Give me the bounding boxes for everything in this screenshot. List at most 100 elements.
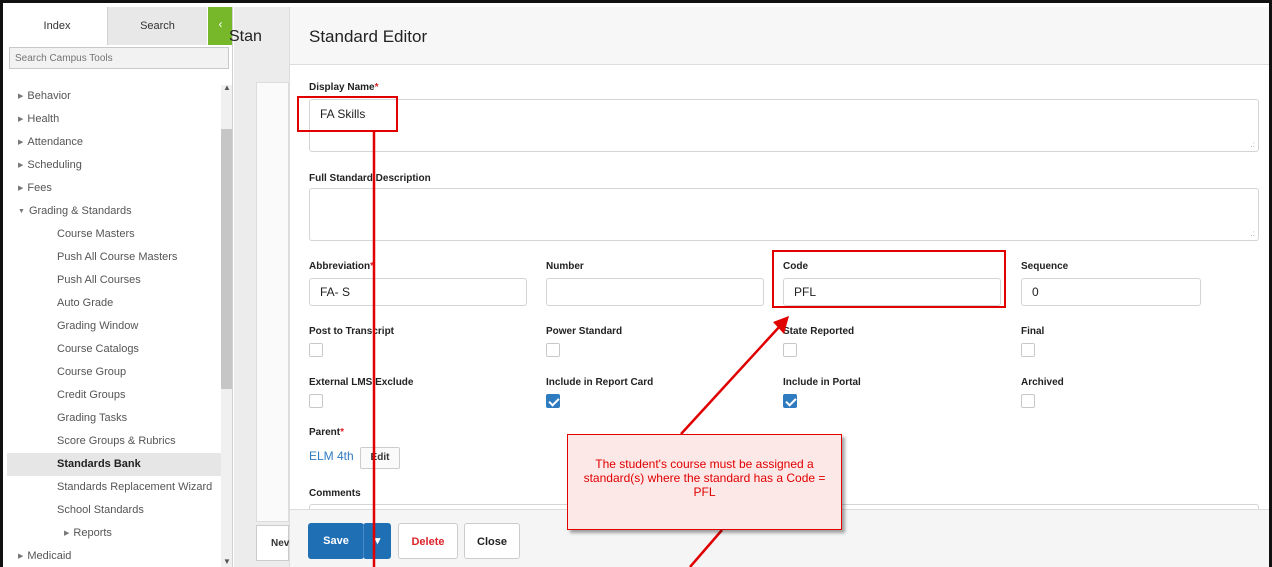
include-in-portal-label: Include in Portal [783,377,861,388]
include-in-report-card-label: Include in Report Card [546,377,654,388]
save-options-button[interactable]: ▾ [363,523,391,559]
power-standard-checkbox[interactable] [546,343,560,357]
sidebar-scrollbar[interactable]: ▲ ▼ [221,83,232,567]
background-card [256,82,289,522]
code-field[interactable] [783,278,1001,306]
sidebar-item-label: Standards Bank [57,458,141,470]
sidebar-item[interactable]: Credit Groups [7,384,221,407]
search-campus-tools-input[interactable] [9,47,229,69]
sidebar-item-label: Score Groups & Rubrics [57,435,176,447]
sidebar-item[interactable]: ▶ Reports [7,522,221,545]
number-field[interactable] [546,278,764,306]
new-button[interactable]: Nev [256,525,289,561]
triangle-right-icon: ▶ [18,162,24,169]
full-description-field[interactable]: .: [309,188,1259,241]
triangle-right-icon: ▶ [18,139,24,146]
triangle-right-icon: ▶ [64,530,70,537]
sidebar-item[interactable]: ▶ Fees [7,177,221,200]
display-name-label: Display Name* [309,82,379,93]
sidebar-item[interactable]: Push All Course Masters [7,246,221,269]
sidebar-item[interactable]: Score Groups & Rubrics [7,430,221,453]
abbreviation-field[interactable] [309,278,527,306]
editor-header: Standard Editor [290,7,1272,65]
triangle-right-icon: ▶ [18,116,24,123]
sidebar-item-label: Course Group [57,366,127,378]
sidebar-item-label: Credit Groups [57,389,126,401]
sidebar-item-label: Reports [73,527,112,539]
sidebar-item[interactable]: Course Masters [7,223,221,246]
sidebar-item[interactable]: ▶ Attendance [7,131,221,154]
sidebar-item[interactable]: ▼ Grading & Standards [7,200,221,223]
sidebar-item-label: Grading Window [57,320,139,332]
display-name-field[interactable]: FA Skills .: [309,99,1259,152]
sequence-label: Sequence [1021,261,1069,272]
delete-button[interactable]: Delete [398,523,458,559]
sidebar-item[interactable]: Standards Bank [7,453,221,476]
sidebar-tabs: Index Search ‹ [7,7,232,45]
archived-label: Archived [1021,377,1064,388]
sidebar-item[interactable]: Course Group [7,361,221,384]
edit-parent-button[interactable]: Edit [360,447,400,469]
sidebar-item[interactable]: ▶ Medicaid [7,545,221,567]
sidebar-item-label: Push All Course Masters [57,251,178,263]
sidebar-item-label: School Standards [57,504,144,516]
sidebar-item-label: Behavior [27,90,71,102]
sidebar-item-label: Attendance [27,136,84,148]
comments-label: Comments [309,488,361,499]
final-label: Final [1021,326,1045,337]
sidebar-item[interactable]: Auto Grade [7,292,221,315]
state-reported-label: State Reported [783,326,855,337]
resize-handle-icon[interactable]: .: [1251,229,1255,238]
sidebar-item-label: Fees [27,182,52,194]
final-checkbox[interactable] [1021,343,1035,357]
external-lms-exclude-checkbox[interactable] [309,394,323,408]
sidebar-item[interactable]: ▶ Scheduling [7,154,221,177]
sidebar-item[interactable]: Grading Tasks [7,407,221,430]
include-in-report-card-checkbox[interactable] [546,394,560,408]
external-lms-exclude-label: External LMS Exclude [309,377,414,388]
tab-search[interactable]: Search [107,7,207,45]
triangle-down-icon: ▼ [18,208,25,215]
save-button[interactable]: Save [308,523,364,559]
sidebar-item[interactable]: School Standards [7,499,221,522]
sidebar-item[interactable]: ▶ Health [7,108,221,131]
sidebar-item-label: Scheduling [27,159,82,171]
chevron-up-icon[interactable]: ▲ [221,83,232,95]
number-label: Number [546,261,584,272]
post-to-transcript-label: Post to Transcript [309,326,395,337]
scrollbar-thumb[interactable] [221,129,232,389]
editor-title: Standard Editor [309,27,428,46]
tool-tree: ▶ Behavior ▶ Health ▶ Attendance ▶ Scheduling ▶ F… [7,85,221,567]
sidebar-item-label: Medicaid [27,550,72,562]
background-page-title: Stan [229,28,262,45]
sidebar-item[interactable]: Push All Courses [7,269,221,292]
archived-checkbox[interactable] [1021,394,1035,408]
triangle-right-icon: ▶ [18,185,24,192]
post-to-transcript-checkbox[interactable] [309,343,323,357]
sidebar-item-label: Course Catalogs [57,343,139,355]
code-label: Code [783,261,808,272]
triangle-right-icon: ▶ [18,553,24,560]
tab-index[interactable]: Index [7,7,107,45]
include-in-portal-checkbox[interactable] [783,394,797,408]
sidebar-item-label: Grading & Standards [28,205,132,217]
sidebar-item[interactable]: ▶ Behavior [7,85,221,108]
state-reported-checkbox[interactable] [783,343,797,357]
annotation-callout: The student's course must be assigned a … [567,434,842,530]
chevron-down-icon[interactable]: ▼ [221,557,232,567]
sidebar-item[interactable]: Course Catalogs [7,338,221,361]
sidebar-item-label: Grading Tasks [57,412,128,424]
sidebar-item-label: Course Masters [57,228,135,240]
sidebar-item-label: Health [27,113,60,125]
sidebar-item-label: Auto Grade [57,297,114,309]
sidebar-item[interactable]: Grading Window [7,315,221,338]
resize-handle-icon[interactable]: .: [1251,140,1255,149]
sequence-field[interactable] [1021,278,1201,306]
close-button[interactable]: Close [464,523,520,559]
sidebar-item[interactable]: Standards Replacement Wizard [7,476,221,499]
sidebar-item-label: Push All Courses [57,274,141,286]
triangle-right-icon: ▶ [18,93,24,100]
parent-link[interactable]: ELM 4th [309,449,354,463]
chevron-down-icon: ▾ [374,535,381,547]
full-description-label: Full Standard Description [309,173,431,184]
